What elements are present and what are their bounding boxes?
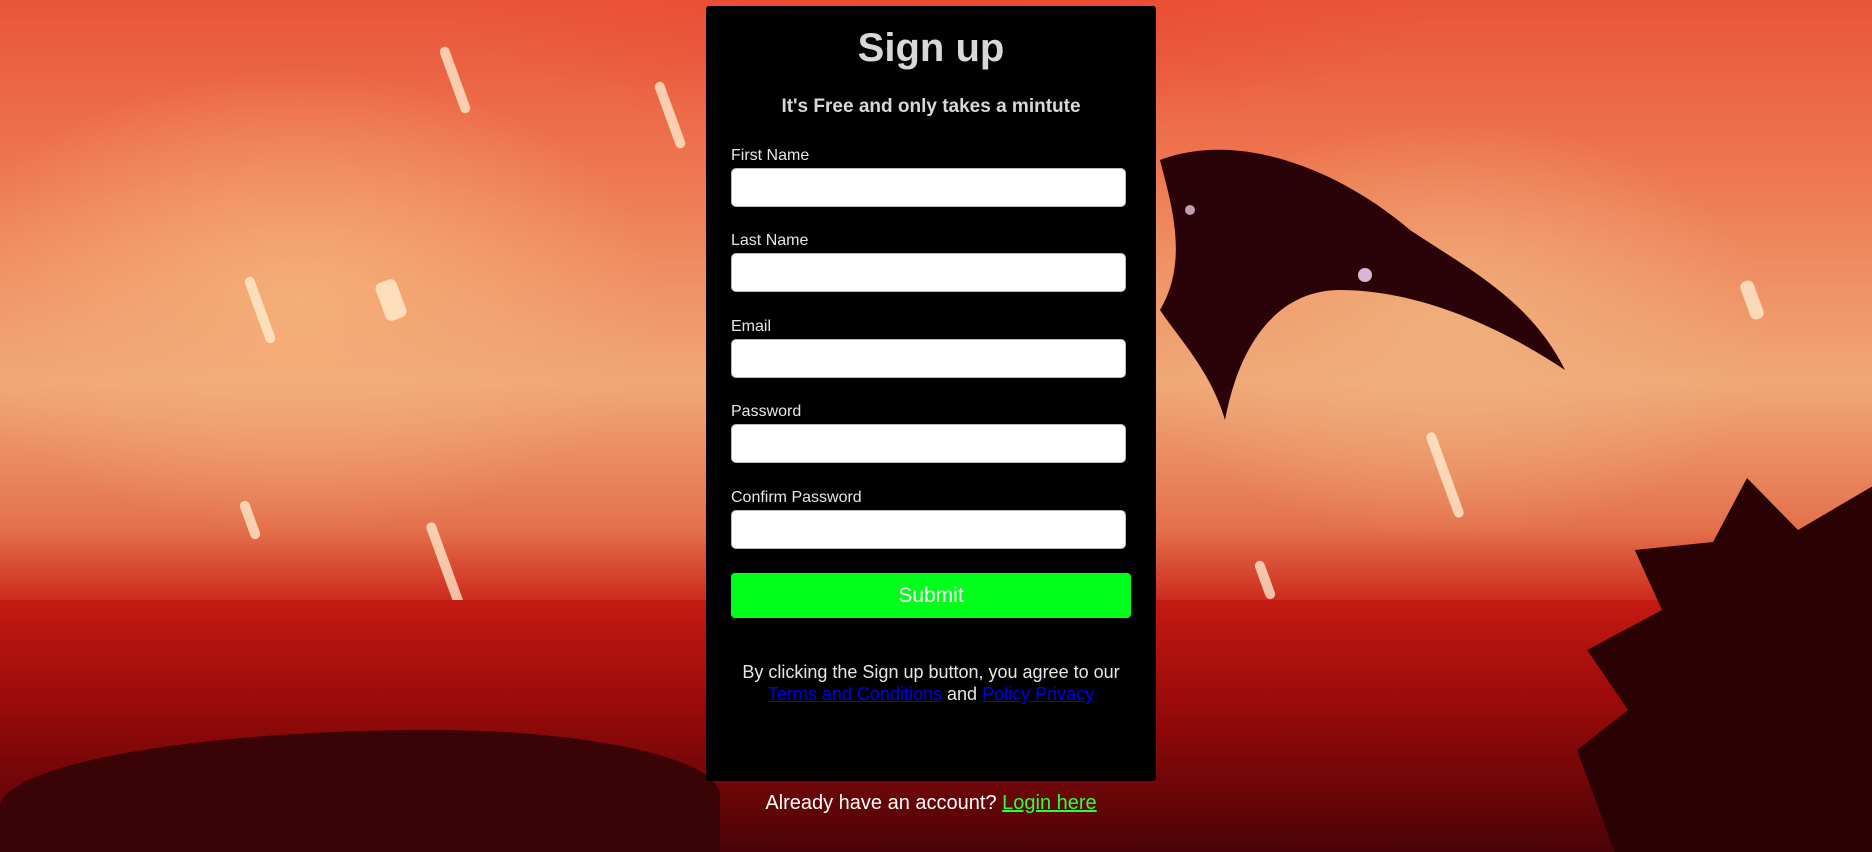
ember-streak <box>438 45 472 115</box>
last-name-group: Last Name <box>731 231 1126 292</box>
ember-streak <box>1253 559 1277 601</box>
ember-streak <box>653 80 687 150</box>
first-name-label: First Name <box>731 147 810 164</box>
submit-button[interactable]: Submit <box>731 573 1131 618</box>
subtitle: It's Free and only takes a mintute <box>781 96 1081 117</box>
password-group: Password <box>731 402 1126 463</box>
ember-streak <box>238 499 262 541</box>
terms-conjunction: and <box>947 684 978 704</box>
ember-streak <box>243 275 277 345</box>
login-prompt-text: Already have an account? <box>765 792 997 814</box>
first-name-input[interactable] <box>731 168 1126 207</box>
terms-and-conditions-link[interactable]: Terms and Conditions <box>768 684 942 704</box>
last-name-label: Last Name <box>731 232 809 249</box>
ember-streak <box>1738 278 1766 322</box>
privacy-policy-link[interactable]: Policy Privacy <box>982 684 1094 704</box>
foreground-spiky-creature <box>1577 470 1872 852</box>
password-input[interactable] <box>731 424 1126 463</box>
ember-streak <box>424 521 466 609</box>
last-name-input[interactable] <box>731 253 1126 292</box>
confirm-password-input[interactable] <box>731 510 1126 549</box>
page-title: Sign up <box>857 26 1005 70</box>
confirm-password-label: Confirm Password <box>731 489 862 506</box>
dark-claw-silhouette <box>1160 149 1565 421</box>
email-group: Email <box>731 317 1126 378</box>
login-prompt: Already have an account? Login here <box>706 792 1156 815</box>
login-link[interactable]: Login here <box>1002 792 1097 814</box>
confirm-password-group: Confirm Password <box>731 488 1126 549</box>
email-input[interactable] <box>731 339 1126 378</box>
terms-prefix: By clicking the Sign up button, you agre… <box>742 662 1120 682</box>
ember-streak <box>373 277 409 323</box>
password-label: Password <box>731 403 802 420</box>
email-label: Email <box>731 318 772 335</box>
signup-card: Sign up It's Free and only takes a mintu… <box>706 6 1156 781</box>
first-name-group: First Name <box>731 146 1126 207</box>
terms-notice: By clicking the Sign up button, you agre… <box>706 661 1156 705</box>
